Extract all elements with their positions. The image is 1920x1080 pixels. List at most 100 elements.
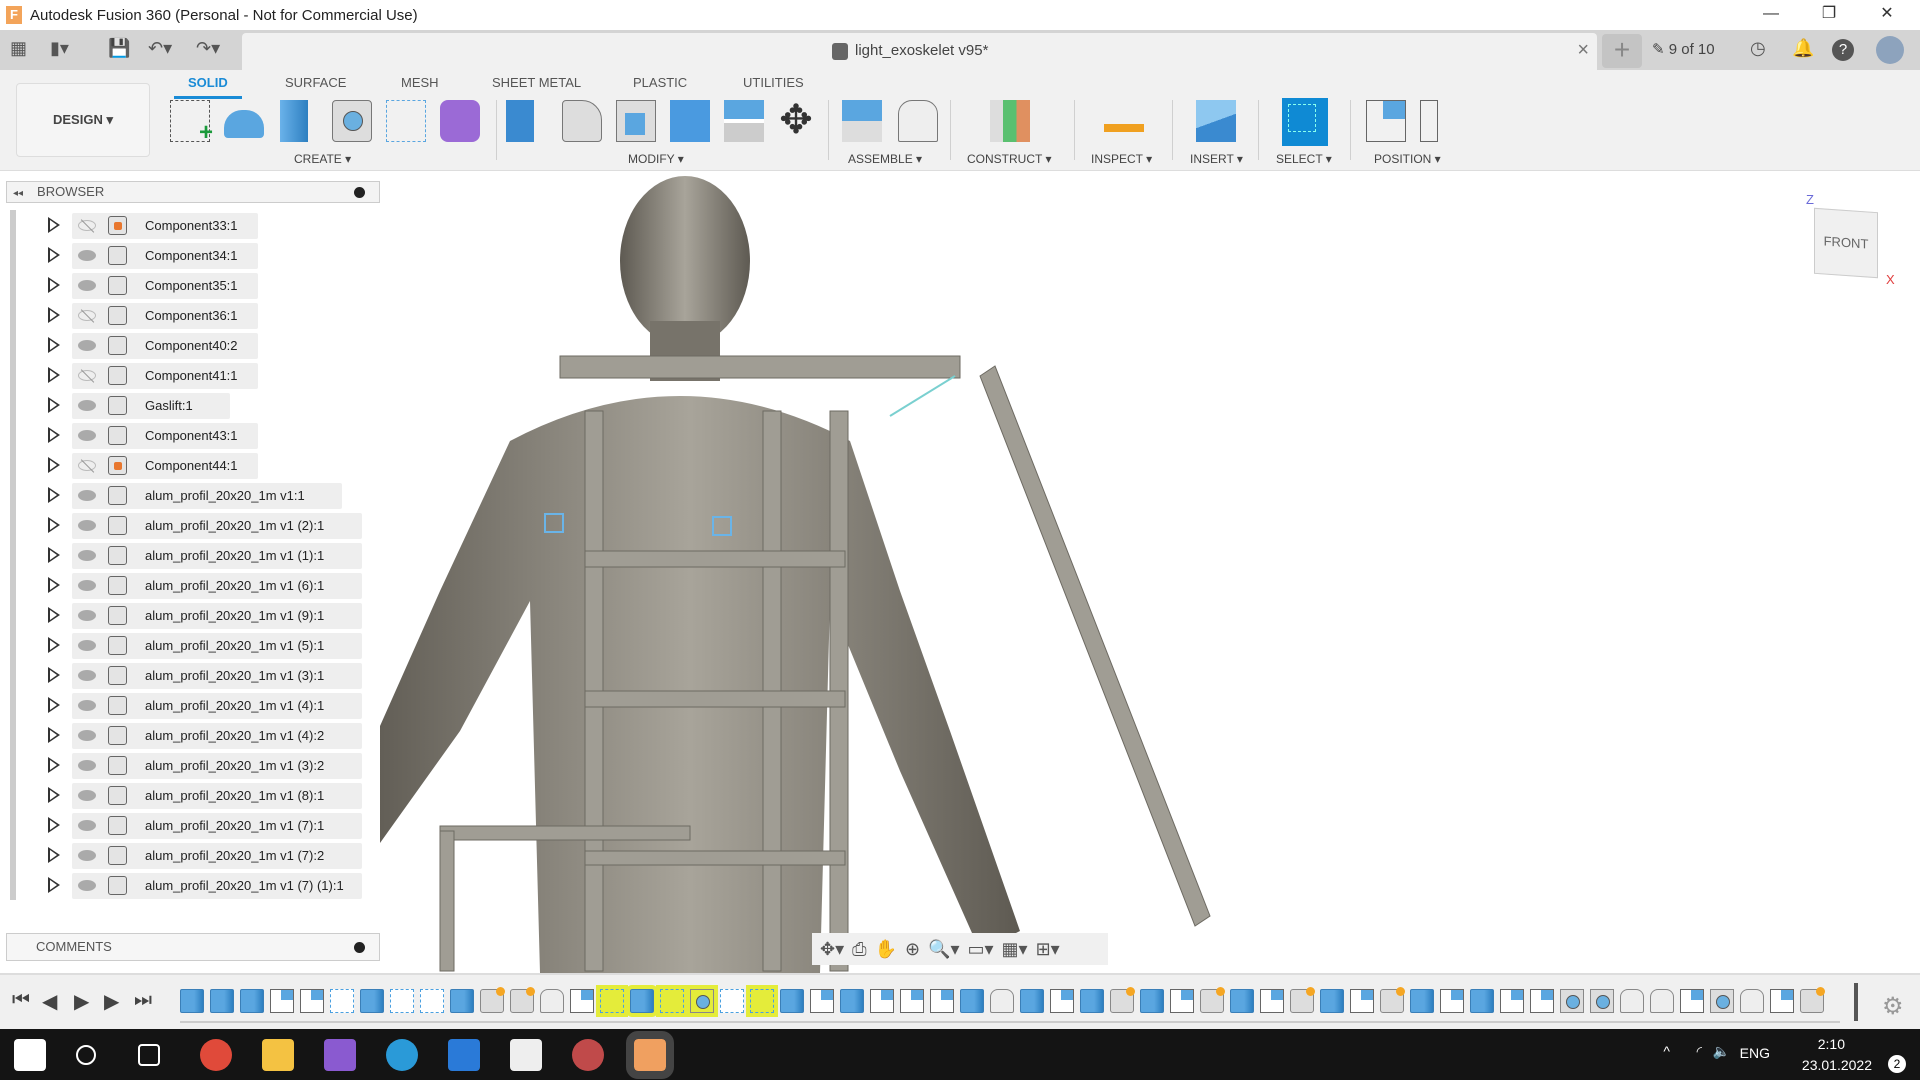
select-icon[interactable] [1282,98,1328,146]
timeline-feat-icon[interactable] [840,989,864,1013]
assemble-menu[interactable]: ASSEMBLE ▾ [848,152,922,166]
browser-item[interactable]: alum_profil_20x20_1m v1 (8):1 [0,783,380,809]
capture-position-icon[interactable] [1366,100,1406,142]
expand-arrow-icon[interactable] [48,457,60,473]
eye-hidden-icon[interactable] [78,310,96,321]
viewports-icon[interactable]: ⊞▾ [1036,939,1060,960]
eye-icon[interactable] [78,490,96,501]
expand-arrow-icon[interactable] [48,337,60,353]
expand-arrow-icon[interactable] [48,517,60,533]
expand-arrow-icon[interactable] [48,847,60,863]
look-at-icon[interactable]: ⎙ [852,939,866,960]
pan-icon[interactable]: ✋ [875,939,897,960]
browser-item[interactable]: alum_profil_20x20_1m v1 (5):1 [0,633,380,659]
eye-icon[interactable] [78,340,96,351]
timeline-plane-icon[interactable] [930,989,954,1013]
timeline-feat-icon[interactable] [240,989,264,1013]
modify-menu[interactable]: MODIFY ▾ [628,152,684,166]
split-body-icon[interactable] [724,100,764,142]
browser-item[interactable]: Component40:2 [0,333,380,359]
timeline-hole-icon[interactable] [1560,989,1584,1013]
eye-icon[interactable] [78,580,96,591]
timeline-sketch-icon[interactable] [720,989,744,1013]
browser-item[interactable]: alum_profil_20x20_1m v1:1 [0,483,380,509]
close-button[interactable]: ✕ [1858,0,1916,30]
expand-arrow-icon[interactable] [48,757,60,773]
browser-item[interactable]: alum_profil_20x20_1m v1 (7):1 [0,813,380,839]
eye-hidden-icon[interactable] [78,370,96,381]
timeline-plane-icon[interactable] [1440,989,1464,1013]
timeline-feat-icon[interactable] [450,989,474,1013]
timeline-feat-icon[interactable] [1320,989,1344,1013]
expand-arrow-icon[interactable] [48,217,60,233]
clock-time[interactable]: 2:10 [1818,1036,1845,1052]
clock-date[interactable]: 23.01.2022 [1802,1057,1872,1073]
rectangular-pattern-icon[interactable] [386,100,426,142]
eye-hidden-icon[interactable] [78,220,96,231]
network-icon[interactable]: ◜ [1697,1043,1702,1060]
volume-icon[interactable]: 🔈 [1713,1043,1730,1060]
browser-item[interactable]: alum_profil_20x20_1m v1 (6):1 [0,573,380,599]
chrome-profile-taskbar-icon[interactable] [572,1039,604,1071]
create-sketch-icon[interactable]: + [170,100,213,146]
eye-hidden-icon[interactable] [78,460,96,471]
expand-arrow-icon[interactable] [48,367,60,383]
eye-icon[interactable] [78,250,96,261]
timeline-first-button[interactable]: ⏮ [12,989,30,1012]
timeline-joint-icon[interactable] [540,989,564,1013]
grid-settings-icon[interactable]: ▦▾ [1002,939,1028,960]
timeline-feat-icon[interactable] [1230,989,1254,1013]
expand-arrow-icon[interactable] [48,667,60,683]
expand-arrow-icon[interactable] [48,817,60,833]
insert-image-icon[interactable] [1196,100,1236,142]
position-menu[interactable]: POSITION ▾ [1374,152,1441,166]
expand-arrow-icon[interactable] [48,277,60,293]
expand-arrow-icon[interactable] [48,247,60,263]
create-form-icon[interactable] [440,100,480,142]
minimize-button[interactable]: — [1742,0,1800,30]
browser-item[interactable]: alum_profil_20x20_1m v1 (2):1 [0,513,380,539]
timeline-next-button[interactable]: ▶ [104,989,119,1014]
timeline-feat-icon[interactable] [1140,989,1164,1013]
timeline-hole-icon[interactable] [686,985,718,1017]
measure-icon[interactable] [1104,112,1144,132]
fit-icon[interactable]: 🔍▾ [928,939,959,960]
combine-icon[interactable] [670,100,710,142]
timeline-play-button[interactable]: ▶ [74,989,89,1014]
eye-icon[interactable] [78,790,96,801]
timeline-settings-gear-icon[interactable]: ⚙ [1882,992,1904,1021]
browser-item[interactable]: Component44:1 [0,453,380,479]
eye-icon[interactable] [78,430,96,441]
help-icon[interactable]: ? [1832,39,1854,61]
revert-position-icon[interactable] [1420,100,1438,142]
timeline-plane-icon[interactable] [1500,989,1524,1013]
browser-item[interactable]: Component34:1 [0,243,380,269]
timeline-previous-button[interactable]: ◀ [42,989,57,1014]
construct-menu[interactable]: CONSTRUCT ▾ [967,152,1051,166]
search-taskbar-icon[interactable] [76,1045,96,1065]
tab-surface[interactable]: SURFACE [285,75,346,90]
create-menu[interactable]: CREATE ▾ [294,152,351,166]
notifications-bell-icon[interactable]: 🔔 [1792,38,1814,59]
expand-arrow-icon[interactable] [48,547,60,563]
notification-count-badge[interactable]: 2 [1888,1055,1906,1073]
versions-indicator[interactable]: ✎ 9 of 10 [1652,40,1715,58]
tab-utilities[interactable]: UTILITIES [743,75,804,90]
user-avatar[interactable] [1876,36,1904,64]
timeline-marker[interactable] [1854,983,1858,1021]
browser-item[interactable]: alum_profil_20x20_1m v1 (9):1 [0,603,380,629]
browser-item[interactable]: Component33:1 [0,213,380,239]
timeline-hole-icon[interactable] [1710,989,1734,1013]
timeline-sketch-icon[interactable] [656,985,688,1017]
document-tab[interactable]: light_exoskelet v95* × [242,33,1597,70]
eye-icon[interactable] [78,520,96,531]
expand-arrow-icon[interactable] [48,607,60,623]
eye-icon[interactable] [78,730,96,741]
timeline-joint-icon[interactable] [1740,989,1764,1013]
chrome-taskbar-icon[interactable] [200,1039,232,1071]
fusion-360-taskbar-icon[interactable] [626,1031,674,1079]
browser-item[interactable]: Component43:1 [0,423,380,449]
expand-arrow-icon[interactable] [48,397,60,413]
browser-item[interactable]: Component35:1 [0,273,380,299]
eye-icon[interactable] [78,610,96,621]
